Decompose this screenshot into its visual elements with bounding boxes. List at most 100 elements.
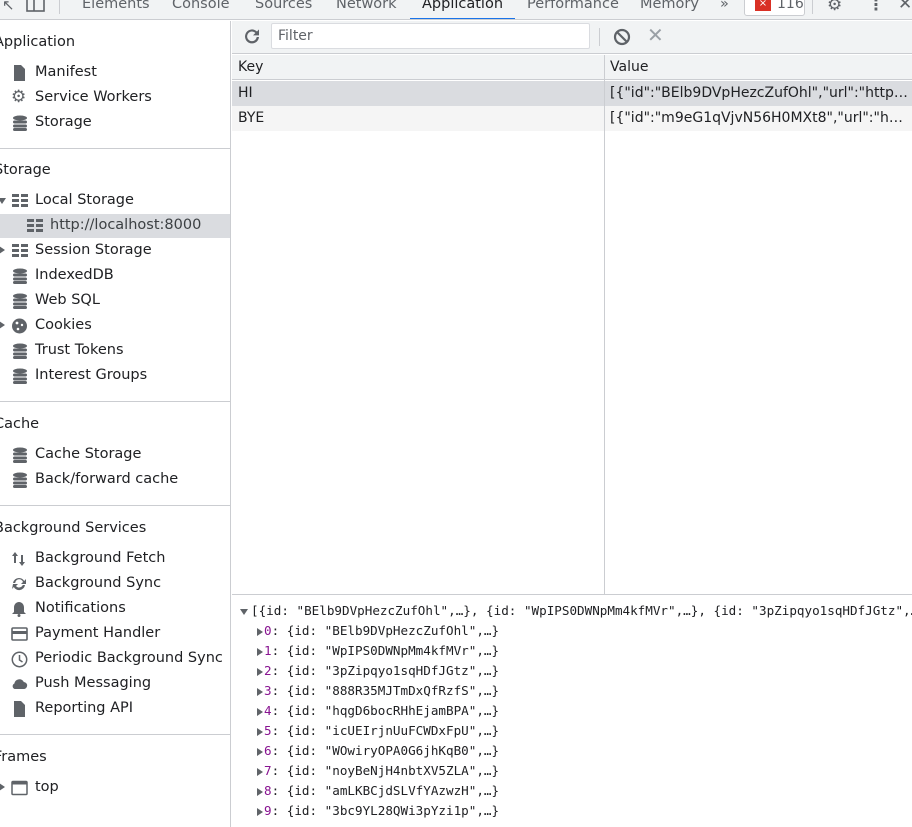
entry-colon: : {id: "	[271, 643, 333, 658]
entry-tail: ",…}	[468, 743, 500, 758]
preview-entry[interactable]: 1: {id: "WpIPS0DWNpMm4kfMVr",…}	[256, 641, 499, 661]
database-icon	[12, 293, 28, 309]
sidebar-item-label: IndexedDB	[35, 267, 114, 283]
collapse-arrow-icon[interactable]	[240, 608, 248, 615]
sidebar-item-service-workers[interactable]: ⚙ Service Workers	[0, 86, 230, 110]
expand-arrow-icon[interactable]	[0, 783, 5, 791]
sidebar-item-localhost-8000[interactable]: http://localhost:8000	[0, 214, 230, 238]
preview-entry[interactable]: 5: {id: "icUEIrjnUuFCWDxFpU",…}	[256, 721, 499, 741]
sidebar-item-background-fetch[interactable]: Background Fetch	[0, 547, 230, 571]
expand-arrow-icon[interactable]	[0, 198, 6, 204]
sidebar-item-label: Back/forward cache	[35, 471, 179, 487]
preview-entry[interactable]: 2: {id: "3pZipqyo1sqHDfJGtz",…}	[256, 661, 499, 681]
expand-arrow-icon[interactable]	[0, 246, 5, 254]
expand-arrow-icon[interactable]	[257, 667, 263, 676]
section-divider	[0, 734, 230, 735]
inspect-element-icon[interactable]: ↖	[2, 0, 15, 14]
column-divider[interactable]	[604, 55, 605, 594]
sidebar-item-label: Interest Groups	[35, 367, 148, 383]
issue-flag-icon: ×	[755, 0, 771, 11]
clear-all-icon[interactable]	[612, 27, 632, 47]
sidebar-item-web-sql[interactable]: Web SQL	[0, 289, 230, 313]
preview-entry[interactable]: 0: {id: "BElb9DVpHezcZufOhl",…}	[256, 621, 499, 641]
expand-arrow-icon[interactable]	[257, 687, 263, 696]
expand-arrow-icon[interactable]	[257, 727, 263, 736]
column-header-value[interactable]: Value	[610, 59, 648, 75]
preview-entry[interactable]: 7: {id: "noyBeNjH4nbtXV5ZLA",…}	[256, 761, 499, 781]
expand-arrow-icon[interactable]	[257, 767, 263, 776]
sidebar-item-periodic-background-sync[interactable]: Periodic Background Sync	[0, 647, 230, 671]
entry-id: hqgD6bocRHhEjamBPA	[332, 703, 469, 718]
expand-arrow-icon[interactable]	[257, 627, 263, 636]
preview-entry[interactable]: 6: {id: "WOwiryOPA0G6jhKqB0",…}	[256, 741, 499, 761]
settings-gear-icon[interactable]: ⚙	[827, 0, 842, 15]
sidebar-item-label: Session Storage	[35, 242, 152, 258]
sidebar-item-cookies[interactable]: Cookies	[0, 314, 230, 338]
issues-counter-button[interactable]: × 116	[744, 0, 805, 16]
sidebar-item-label: Trust Tokens	[35, 342, 124, 358]
clock-icon	[11, 651, 28, 668]
refresh-icon[interactable]	[242, 26, 262, 46]
table-row[interactable]: HI [{"id":"BElb9DVpHezcZufOhl","url":"ht…	[232, 81, 912, 106]
preview-entry[interactable]: 4: {id: "hqgD6bocRHhEjamBPA",…}	[256, 701, 499, 721]
more-options-icon[interactable]: ⋮	[868, 0, 884, 14]
sidebar-item-local-storage[interactable]: Local Storage	[0, 189, 230, 213]
sidebar-item-back-forward-cache[interactable]: Back/forward cache	[0, 468, 230, 492]
more-tabs-button[interactable]: »	[720, 0, 729, 19]
preview-root[interactable]: [{id: "BElb9DVpHezcZufOhl",…}, {id: "WpI…	[240, 601, 912, 621]
devtools-tab-bar: ↖ Elements Console Sources Network Appli…	[0, 0, 912, 20]
sidebar-item-reporting-api[interactable]: Reporting API	[0, 697, 230, 721]
expand-arrow-icon[interactable]	[0, 321, 5, 329]
section-divider	[0, 401, 230, 402]
sidebar-item-label: Push Messaging	[35, 675, 152, 691]
close-devtools-icon[interactable]: ✕	[898, 0, 912, 14]
entry-tail: ",…}	[468, 783, 500, 798]
toolbar-divider	[59, 0, 60, 14]
sidebar-item-push-messaging[interactable]: Push Messaging	[0, 672, 230, 696]
sidebar-item-trust-tokens[interactable]: Trust Tokens	[0, 339, 230, 363]
sidebar-item-frame-top[interactable]: top	[0, 776, 230, 800]
sidebar-item-session-storage[interactable]: Session Storage	[0, 239, 230, 263]
sidebar-item-payment-handler[interactable]: Payment Handler	[0, 622, 230, 646]
tab-performance[interactable]: Performance	[527, 0, 619, 19]
bell-icon	[11, 601, 27, 617]
expand-arrow-icon[interactable]	[257, 787, 263, 796]
section-title-storage: Storage	[0, 162, 51, 178]
tab-sources[interactable]: Sources	[255, 0, 312, 19]
tab-network[interactable]: Network	[336, 0, 397, 19]
sidebar-item-storage[interactable]: Storage	[0, 111, 230, 135]
expand-arrow-icon[interactable]	[257, 747, 263, 756]
section-title-cache: Cache	[0, 416, 40, 432]
sidebar-item-manifest[interactable]: Manifest	[0, 61, 230, 85]
expand-arrow-icon[interactable]	[257, 707, 263, 716]
filter-input[interactable]	[271, 23, 590, 49]
preview-entry[interactable]: 9: {id: "3bc9YL28QWi3pYzi1p",…}	[256, 801, 499, 821]
expand-arrow-icon[interactable]	[257, 647, 263, 656]
device-toolbar-icon[interactable]	[26, 0, 46, 17]
expand-arrow-icon[interactable]	[257, 807, 263, 816]
entry-tail: ",…}	[468, 643, 500, 658]
tab-console[interactable]: Console	[172, 0, 230, 19]
entry-tail: ",…}	[468, 663, 500, 678]
sidebar-item-notifications[interactable]: Notifications	[0, 597, 230, 621]
table-row[interactable]: BYE [{"id":"m9eG1qVjvN56H0MXt8","url":"h…	[232, 106, 912, 131]
preview-entry[interactable]: 3: {id: "888R35MJTmDxQfRzfS",…}	[256, 681, 499, 701]
tab-elements[interactable]: Elements	[82, 0, 150, 19]
entry-colon: : {id: "	[271, 783, 333, 798]
entry-index: 8	[264, 783, 272, 798]
entry-index: 2	[264, 663, 272, 678]
sidebar-item-cache-storage[interactable]: Cache Storage	[0, 443, 230, 467]
preview-entry[interactable]: 8: {id: "amLKBCjdSLVfYAzwzH",…}	[256, 781, 499, 801]
tab-memory[interactable]: Memory	[640, 0, 699, 19]
sidebar-item-background-sync[interactable]: Background Sync	[0, 572, 230, 596]
entry-index: 0	[264, 623, 272, 638]
column-header-key[interactable]: Key	[238, 59, 263, 75]
sidebar-item-label: Cache Storage	[35, 446, 142, 462]
sidebar-item-indexeddb[interactable]: IndexedDB	[0, 264, 230, 288]
entry-id: 3bc9YL28QWi3pYzi1p	[332, 803, 469, 818]
sidebar-item-interest-groups[interactable]: Interest Groups	[0, 364, 230, 388]
gear-icon: ⚙	[11, 87, 27, 107]
tab-application[interactable]: Application	[409, 0, 516, 19]
delete-selected-icon[interactable]: ✕	[647, 25, 667, 45]
grid-header: Key Value	[232, 55, 912, 80]
